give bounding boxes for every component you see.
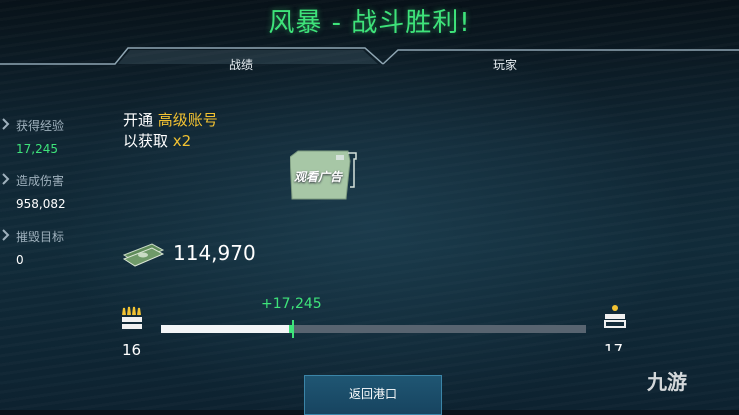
premium-account-link[interactable]: 高级账号 <box>158 111 218 129</box>
stat-value: 0 <box>16 253 24 267</box>
stat-experience: 获得经验 17,245 <box>2 117 65 156</box>
stat-value: 958,082 <box>16 197 66 211</box>
xp-gain-label: +17,245 <box>261 296 322 312</box>
stat-destroyed: 摧毁目标 0 <box>2 228 65 267</box>
multiplier-text: x2 <box>172 132 192 150</box>
cash-stack-icon <box>122 243 164 267</box>
premium-line-1: 开通 高级账号 <box>123 110 218 131</box>
watermark-logo: 九游 <box>647 370 687 394</box>
return-to-port-button[interactable]: 返回港口 <box>304 375 442 415</box>
stat-label: 造成伤害 <box>16 174 65 188</box>
current-level: 16 <box>122 341 142 359</box>
next-rank-insignia-icon <box>604 305 626 328</box>
tab-players[interactable]: 玩家 <box>493 56 517 73</box>
watch-ad-label: 观看广告 <box>294 170 343 184</box>
premium-text: 以获取 <box>123 132 169 150</box>
xp-progress-fill <box>161 325 289 333</box>
stat-value: 17,245 <box>16 142 58 156</box>
stat-damage: 造成伤害 958,082 <box>2 172 66 211</box>
premium-promo: 开通 高级账号 以获取 x2 <box>123 110 218 152</box>
chevron-icon <box>2 118 10 130</box>
chevron-icon <box>2 173 10 185</box>
chevron-icon <box>2 229 10 241</box>
xp-progress-bar <box>161 320 586 338</box>
credits-amount: 114,970 <box>173 241 256 265</box>
rank-insignia-icon <box>122 306 142 329</box>
premium-text: 开通 <box>123 111 154 129</box>
premium-line-2: 以获取 x2 <box>123 131 218 152</box>
stat-label: 摧毁目标 <box>16 230 65 244</box>
battle-result-title: 风暴 - 战斗胜利! <box>268 8 471 38</box>
stat-label: 获得经验 <box>16 119 65 133</box>
tab-battle-stats[interactable]: 战绩 <box>229 56 253 73</box>
xp-gain-marker <box>292 320 294 338</box>
tab-bar-frame <box>0 47 739 65</box>
tab-bar: 战绩 玩家 <box>0 44 739 84</box>
